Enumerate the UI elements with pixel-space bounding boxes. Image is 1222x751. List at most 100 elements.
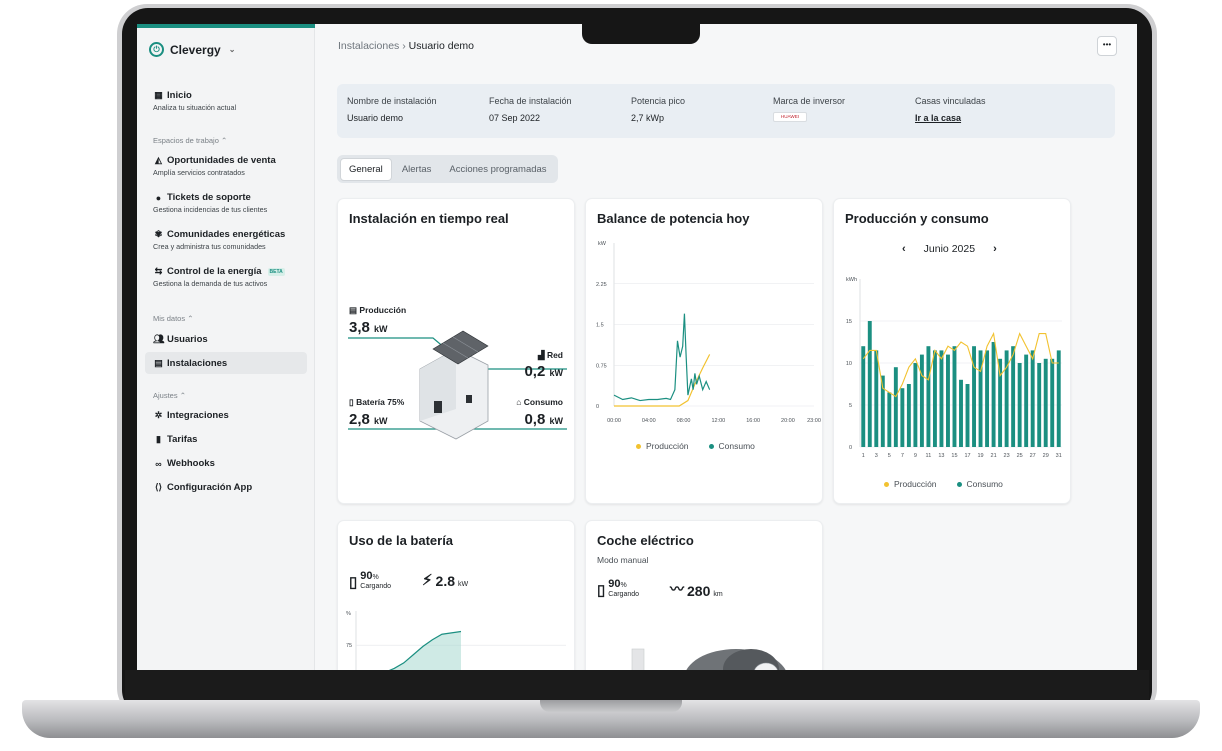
sidebar-item-config-app[interactable]: ⟨⟩ Configuración App (153, 482, 313, 493)
legend-production: Producción (636, 441, 689, 451)
y-axis-label: kW (598, 241, 607, 247)
sidebar-item-webhooks[interactable]: ∞ Webhooks (153, 458, 313, 469)
tab-bar: General Alertas Acciones programadas (337, 155, 558, 183)
consumption-number: 0,8 (524, 411, 546, 428)
chevron-down-icon: ⌄ (228, 45, 236, 54)
chevron-up-icon: ⌃ (179, 391, 186, 400)
chevron-right-icon[interactable]: › (993, 243, 997, 255)
production-dot-icon (636, 444, 641, 450)
battery-area (390, 631, 461, 670)
sidebar-item-usuarios[interactable]: 👥︎ Usuarios (153, 334, 313, 345)
battery-pct-unit: % (372, 574, 379, 581)
chevron-left-icon[interactable]: ‹ (902, 243, 906, 255)
sidebar-item-label: Integraciones (167, 410, 229, 421)
x-tick-label: 13 (938, 453, 944, 459)
section-settings[interactable]: Ajustes ⌃ (153, 391, 186, 400)
sidebar-item-label: Tarifas (167, 434, 198, 445)
consumption-bar (939, 350, 944, 447)
ev-range-stat: 〰 280 km (670, 579, 723, 599)
camera-notch (582, 18, 700, 44)
series-line-consumption (613, 313, 711, 402)
battery-icon: ▯ (349, 397, 354, 407)
consumption-bar (1030, 350, 1035, 447)
breadcrumb-parent[interactable]: Instalaciones (338, 40, 399, 52)
info-name: Nombre de instalación Usuario demo (347, 96, 437, 123)
breadcrumb-current: Usuario demo (408, 40, 475, 52)
ev-charge-text: 90% Cargando (608, 579, 639, 599)
battery-label-text: Batería 75% (356, 397, 405, 407)
go-to-home-link[interactable]: Ir a la casa (915, 113, 986, 123)
info-label: Marca de inversor (773, 96, 846, 106)
ev-pct: 90 (608, 578, 621, 590)
x-tick-label: 9 (914, 453, 917, 459)
sidebar-item-label: Instalaciones (167, 358, 228, 369)
consumption-bar (1017, 363, 1022, 447)
y-tick-label: 0 (849, 445, 852, 451)
laptop-opening-lip (540, 700, 682, 712)
sidebar-item-desc: Amplía servicios contratados (153, 168, 245, 177)
more-options-button[interactable]: ••• (1097, 36, 1117, 56)
ev-range-value: 280 (687, 583, 711, 599)
power-balance-chart: kW 0 0.75 1.5 2.25 00:00 04:00 08:00 12:00 16:00 2… (596, 241, 821, 424)
sidebar: ⏻ Clevergy ⌄ ▦ Inicio Analiza tu situació… (137, 24, 315, 670)
info-label: Potencia pico (631, 96, 686, 106)
consumption-bar (946, 354, 950, 447)
tab-alertas[interactable]: Alertas (394, 159, 440, 180)
y-axis-label: % (346, 611, 351, 617)
sidebar-item-tickets[interactable]: ● Tickets de soporte Gestiona incidencias… (153, 192, 313, 214)
info-inverter-brand: Marca de inversor HUAWEI (773, 96, 845, 122)
x-tick-label: 17 (964, 453, 970, 459)
tab-acciones-programadas[interactable]: Acciones programadas (441, 159, 554, 180)
sidebar-item-comunidades[interactable]: ✾ Comunidades energéticas Crea y administ… (153, 229, 313, 251)
consumption-bar (1043, 358, 1048, 447)
ev-charger-illustration (631, 648, 786, 670)
sidebar-item-control-energia[interactable]: ⇆ Control de la energía BETA Gestiona la d… (153, 266, 313, 288)
sidebar-item-integraciones[interactable]: ✲ Integraciones (153, 410, 313, 421)
x-tick-label: 08:00 (677, 418, 691, 424)
sidebar-item-tarifas[interactable]: ▮ Tarifas (153, 434, 313, 445)
y-tick-label: 15 (846, 319, 852, 325)
x-tick-label: 5 (888, 453, 891, 459)
section-my-data[interactable]: Mis datos ⌃ (153, 314, 194, 323)
x-tick-label: 04:00 (642, 418, 656, 424)
electric-car-card: Coche eléctrico Modo manual ▯ 90% Cargan… (585, 520, 823, 670)
consumption-bar (906, 384, 911, 447)
workspace-switcher[interactable]: ⏻ Clevergy ⌄ (149, 42, 235, 57)
consumption-bar (952, 346, 957, 447)
y-tick-label: 10 (846, 361, 852, 367)
consumption-dot-icon (708, 444, 714, 450)
clevergy-logo-icon: ⏻ (149, 42, 164, 57)
sidebar-item-label: Control de la energía (167, 266, 262, 277)
power-balance-card: Balance de potencia hoy kW 0 0.75 1.5 2.25 00… (585, 198, 823, 504)
legend-label: Producción (646, 441, 689, 451)
section-workspaces[interactable]: Espacios de trabajo ⌃ (153, 136, 227, 145)
bar-chart-icon: ▮ (156, 434, 161, 444)
x-tick-label: 20:00 (781, 418, 795, 424)
community-icon: ✾ (154, 229, 163, 239)
x-tick-label: 21 (991, 453, 997, 459)
consumption-label: ⌂ Consumo (516, 397, 563, 407)
consumption-bar (991, 342, 996, 447)
grid-value: 0,2 kW (524, 363, 563, 380)
consumption-bar (926, 346, 931, 447)
sidebar-item-desc: Crea y administra tus comunidades (153, 242, 266, 251)
sidebar-item-label: Comunidades energéticas (167, 229, 286, 240)
consumption-bar (874, 350, 879, 447)
sidebar-item-instalaciones[interactable]: ▤ Instalaciones (153, 358, 313, 369)
ev-range-unit: km (713, 591, 723, 598)
grid-unit: kW (549, 368, 564, 378)
beta-badge: BETA (267, 267, 285, 276)
section-label: Ajustes (153, 391, 178, 400)
tab-general[interactable]: General (340, 157, 392, 181)
sidebar-item-ventas[interactable]: ◭ Oportunidades de venta Amplía servicios… (153, 155, 313, 177)
app-name: Clevergy (170, 42, 221, 57)
battery-power-unit: kW (458, 581, 469, 588)
sidebar-item-inicio[interactable]: ▦ Inicio Analiza tu situación actual (153, 90, 313, 112)
production-consumption-card: Producción y consumo ‹ Junio 2025 › kWh 0… (833, 198, 1071, 504)
consumption-bar (985, 350, 990, 447)
consumption-bar (932, 350, 937, 447)
y-tick-label: 2.25 (596, 282, 607, 288)
legend-label: Consumo (718, 441, 755, 451)
consumption-bar (965, 384, 970, 447)
lightning-icon: ⚡︎ (422, 572, 433, 589)
